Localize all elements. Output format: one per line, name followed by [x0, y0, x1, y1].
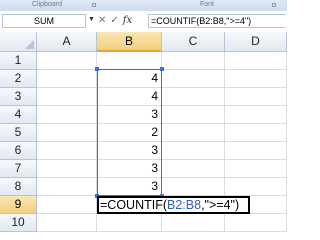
column-header-d[interactable]: D: [225, 32, 287, 52]
cell-b4[interactable]: 3: [97, 106, 162, 124]
row-header-9[interactable]: 9: [0, 196, 37, 214]
formula-input[interactable]: =COUNTIF(B2:B8,">=4"): [148, 14, 285, 28]
cell-a1[interactable]: [37, 52, 97, 70]
name-box[interactable]: SUM: [2, 14, 86, 28]
row-header-4[interactable]: 4: [0, 106, 37, 124]
column-header-c[interactable]: C: [162, 32, 225, 52]
cell-d10[interactable]: [225, 214, 287, 232]
row-header-2[interactable]: 2: [0, 70, 37, 88]
select-all-triangle-icon: [25, 40, 34, 49]
clipboard-dialog-launcher-icon[interactable]: [92, 3, 96, 7]
cell-d6[interactable]: [225, 142, 287, 160]
cell-a3[interactable]: [37, 88, 97, 106]
cell-a4[interactable]: [37, 106, 97, 124]
cell-b3[interactable]: 4: [97, 88, 162, 106]
cell-b5[interactable]: 2: [97, 124, 162, 142]
active-cell-editor[interactable]: =COUNTIF(B2:B8,">=4"): [97, 196, 250, 214]
cell-a5[interactable]: [37, 124, 97, 142]
cell-b7[interactable]: 3: [97, 160, 162, 178]
insert-function-button[interactable]: fx: [123, 14, 132, 28]
row-header-10[interactable]: 10: [0, 214, 37, 232]
cell-a9[interactable]: [37, 196, 97, 214]
cell-d2[interactable]: [225, 70, 287, 88]
enter-icon[interactable]: ✓: [110, 14, 118, 28]
formula-suffix: ,">=4"): [201, 198, 240, 212]
cell-b10[interactable]: [97, 214, 162, 232]
cell-a8[interactable]: [37, 178, 97, 196]
row-header-5[interactable]: 5: [0, 124, 37, 142]
cell-a7[interactable]: [37, 160, 97, 178]
cell-c4[interactable]: [162, 106, 225, 124]
cell-b2[interactable]: 4: [97, 70, 162, 88]
cell-d8[interactable]: [225, 178, 287, 196]
cell-c7[interactable]: [162, 160, 225, 178]
cell-d7[interactable]: [225, 160, 287, 178]
cell-c6[interactable]: [162, 142, 225, 160]
name-box-dropdown-icon[interactable]: ▼: [88, 16, 95, 23]
select-all-button[interactable]: [0, 32, 37, 52]
cell-d4[interactable]: [225, 106, 287, 124]
formula-prefix: =COUNTIF(: [100, 198, 168, 212]
row-header-6[interactable]: 6: [0, 142, 37, 160]
cell-c8[interactable]: [162, 178, 225, 196]
ribbon-group-font: Font: [200, 1, 215, 8]
row-header-8[interactable]: 8: [0, 178, 37, 196]
range-resize-handle-top-left[interactable]: [95, 67, 99, 71]
cell-b1[interactable]: [97, 52, 162, 70]
cell-a10[interactable]: [37, 214, 97, 232]
range-resize-handle-top-right[interactable]: [160, 67, 164, 71]
cell-b8[interactable]: 3: [97, 178, 162, 196]
cancel-icon[interactable]: ✕: [98, 14, 106, 28]
cell-c2[interactable]: [162, 70, 225, 88]
cell-b6[interactable]: 3: [97, 142, 162, 160]
cell-c3[interactable]: [162, 88, 225, 106]
column-header-row: A B C D: [0, 32, 287, 52]
cell-c10[interactable]: [162, 214, 225, 232]
row-header-1[interactable]: 1: [0, 52, 37, 70]
row-header-7[interactable]: 7: [0, 160, 37, 178]
formula-bar: SUM ▼ ✕ ✓ fx =COUNTIF(B2:B8,">=4"): [0, 11, 287, 33]
font-dialog-launcher-icon[interactable]: [272, 3, 276, 7]
cell-a6[interactable]: [37, 142, 97, 160]
ribbon-group-clipboard: Clipboard: [32, 1, 62, 8]
cell-d5[interactable]: [225, 124, 287, 142]
formula-controls: ✕ ✓ fx: [98, 14, 136, 28]
cell-d1[interactable]: [225, 52, 287, 70]
cell-c5[interactable]: [162, 124, 225, 142]
cell-c1[interactable]: [162, 52, 225, 70]
column-header-b[interactable]: B: [97, 32, 162, 52]
row-header-3[interactable]: 3: [0, 88, 37, 106]
cell-d3[interactable]: [225, 88, 287, 106]
formula-range-reference: B2:B8: [167, 198, 202, 212]
cell-a2[interactable]: [37, 70, 97, 88]
column-header-a[interactable]: A: [37, 32, 97, 52]
cell-d9[interactable]: [250, 196, 287, 214]
